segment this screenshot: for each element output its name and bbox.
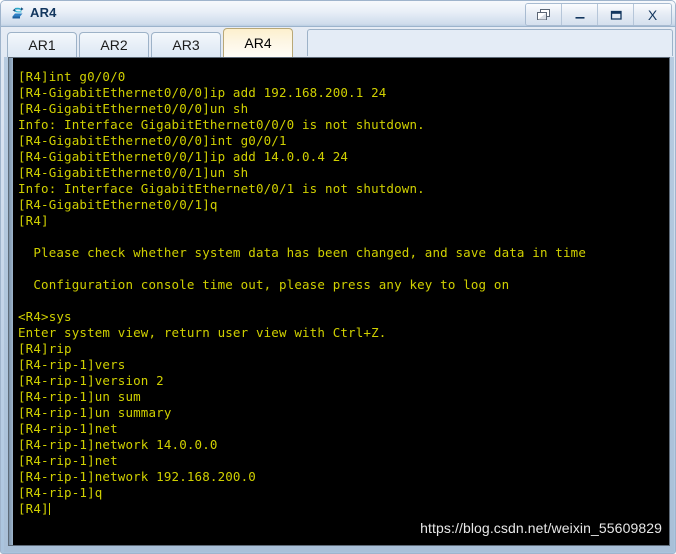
tab-ar4[interactable]: AR4	[223, 28, 293, 57]
tab-ar3[interactable]: AR3	[151, 32, 221, 57]
terminal-line: <R4>sys	[18, 309, 72, 324]
tab-ar1[interactable]: AR1	[7, 32, 77, 57]
terminal-line: Please check whether system data has bee…	[18, 245, 586, 260]
terminal-line: [R4-GigabitEthernet0/0/0]int g0/0/1	[18, 133, 287, 148]
terminal-line: [R4-GigabitEthernet0/0/1]un sh	[18, 165, 249, 180]
close-button[interactable]: X	[634, 4, 671, 25]
ensp-console-window: AR4 X AR1 AR2 AR3 AR4 [R4]int g0/0/0 [R4…	[0, 0, 676, 554]
tab-ar1-label: AR1	[28, 37, 56, 53]
tab-strip-filler	[307, 29, 673, 56]
terminal-prompt-text: [R4]	[18, 501, 49, 516]
terminal-line: [R4-rip-1]network 192.168.200.0	[18, 469, 256, 484]
terminal-line: [R4-GigabitEthernet0/0/0]ip add 192.168.…	[18, 85, 387, 100]
terminal-line: [R4]rip	[18, 341, 72, 356]
watermark-text: https://blog.csdn.net/weixin_55609829	[420, 520, 662, 536]
device-tabs: AR1 AR2 AR3 AR4	[7, 28, 295, 57]
terminal-line: [R4-GigabitEthernet0/0/1]ip add 14.0.0.4…	[18, 149, 349, 164]
tab-strip: AR1 AR2 AR3 AR4	[4, 28, 674, 57]
terminal-line: [R4-rip-1]version 2	[18, 373, 164, 388]
terminal-line: [R4-rip-1]q	[18, 485, 103, 500]
terminal-cursor	[48, 503, 50, 515]
terminal-container: [R4]int g0/0/0 [R4-GigabitEthernet0/0/0]i…	[4, 57, 674, 552]
close-icon-label: X	[647, 6, 658, 23]
minimize-button[interactable]	[562, 4, 598, 25]
terminal-line: [R4-rip-1]net	[18, 421, 118, 436]
tab-ar2-label: AR2	[100, 37, 128, 53]
terminal-line: [R4]int g0/0/0	[18, 69, 126, 84]
terminal-line: [R4-GigabitEthernet0/0/0]un sh	[18, 101, 249, 116]
terminal-line: Info: Interface GigabitEthernet0/0/1 is …	[18, 181, 425, 196]
terminal-line: [R4-rip-1]un sum	[18, 389, 141, 404]
terminal-output: [R4]int g0/0/0 [R4-GigabitEthernet0/0/0]i…	[18, 69, 586, 517]
terminal-line: Info: Interface GigabitEthernet0/0/0 is …	[18, 117, 425, 132]
window-title: AR4	[30, 5, 57, 20]
terminal-frame: [R4]int g0/0/0 [R4-GigabitEthernet0/0/0]i…	[8, 57, 670, 546]
window-controls: X	[525, 3, 672, 26]
terminal-line: [R4-GigabitEthernet0/0/1]q	[18, 197, 218, 212]
terminal-line: [R4-rip-1]un summary	[18, 405, 172, 420]
restore-windows-button[interactable]	[526, 4, 562, 25]
tab-ar3-label: AR3	[172, 37, 200, 53]
tab-ar4-label: AR4	[244, 35, 272, 51]
terminal-line: [R4-rip-1]vers	[18, 357, 126, 372]
terminal-prompt-line: [R4]	[18, 501, 586, 517]
maximize-button[interactable]	[598, 4, 634, 25]
terminal-line: [R4-rip-1]network 14.0.0.0	[18, 437, 218, 452]
title-bar: AR4 X	[1, 1, 675, 27]
terminal-left-edge	[9, 58, 13, 545]
ensp-router-icon	[9, 5, 27, 23]
terminal-line: [R4-rip-1]net	[18, 453, 118, 468]
terminal-line: [R4]	[18, 213, 49, 228]
terminal-screen[interactable]: [R4]int g0/0/0 [R4-GigabitEthernet0/0/0]i…	[14, 58, 669, 545]
terminal-line: Enter system view, return user view with…	[18, 325, 387, 340]
tab-ar2[interactable]: AR2	[79, 32, 149, 57]
terminal-line: Configuration console time out, please p…	[18, 277, 510, 292]
